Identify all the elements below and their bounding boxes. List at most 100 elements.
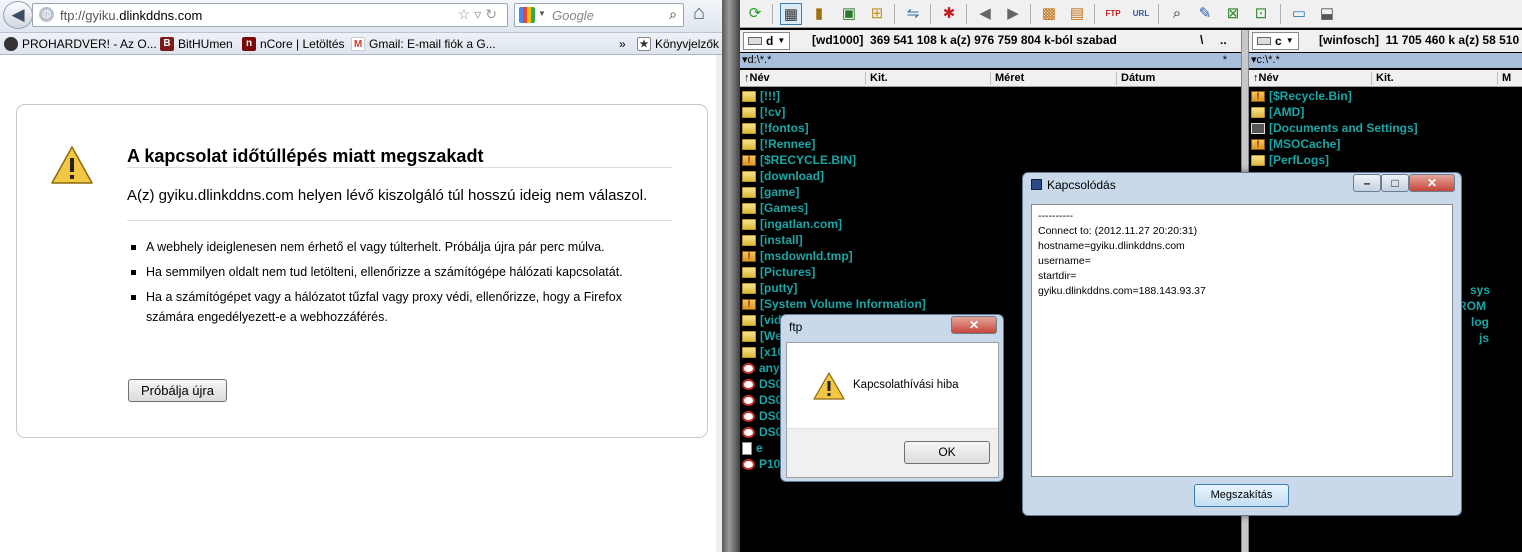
left-drive-select[interactable]: d ▼ [743, 32, 791, 50]
file-name: [Documents and Settings] [1269, 121, 1418, 135]
bookmark-star-icon[interactable]: ☆ [458, 6, 475, 22]
refresh-icon[interactable]: ⟳ [744, 3, 766, 25]
search-bar[interactable]: ▼ Google ⌕ [514, 3, 684, 27]
right-drive-select[interactable]: c ▼ [1252, 32, 1299, 50]
error-description: A(z) gyiku.dlinkddns.com helyen lévő kis… [127, 187, 648, 204]
back-icon[interactable]: ◀ [974, 3, 996, 25]
column-date[interactable]: Dátum [1116, 72, 1155, 85]
file-name: [$Recycle.Bin] [1269, 89, 1352, 103]
eye-icon [742, 394, 755, 406]
select-icon[interactable]: ✱ [938, 3, 960, 25]
bookmark-gmail[interactable]: M Gmail: E-mail fiók a G... [351, 36, 496, 52]
column-size[interactable]: Méret [990, 72, 1024, 85]
file-row[interactable]: [PerfLogs] [1251, 152, 1519, 168]
close-button[interactable]: ✕ [951, 316, 997, 334]
bookmark-prohardver[interactable]: PROHARDVER! - Az O... [4, 36, 157, 52]
file-row[interactable]: [!cv] [742, 104, 1237, 120]
file-row[interactable]: ! [$Recycle.Bin] [1251, 88, 1519, 104]
file-row[interactable]: [!fontos] [742, 120, 1237, 136]
file-ext-fragment[interactable]: ROM [1458, 299, 1486, 313]
maximize-button[interactable]: □ [1381, 174, 1409, 192]
file-row[interactable]: [Documents and Settings] [1251, 120, 1519, 136]
right-path-bar[interactable]: ▾c:\*.* [1249, 53, 1522, 68]
disconnect-button[interactable]: Megszakítás [1194, 484, 1289, 507]
url-text[interactable]: ftp://gyiku.dlinkddns.com [60, 8, 202, 23]
parent-dir-button[interactable]: .. [1220, 33, 1227, 47]
find-files-icon[interactable]: ⌕ [1166, 3, 1188, 25]
compare-icon[interactable]: ⇋ [902, 3, 924, 25]
url-bar[interactable]: ◍ ftp://gyiku.dlinkddns.com ☆▿↻ [32, 3, 508, 27]
retry-button[interactable]: Próbálja újra [128, 379, 227, 402]
file-ext-fragment[interactable]: js [1479, 331, 1489, 345]
divider [930, 4, 931, 24]
file-row[interactable]: ! [$RECYCLE.BIN] [742, 152, 1237, 168]
right-drive-bar: c ▼ [winfosch] 11 705 460 k a(z) 58 510 3… [1249, 30, 1522, 52]
file-row[interactable]: [!Rennee] [742, 136, 1237, 152]
sync-dirs-icon[interactable]: ⊠ [1222, 3, 1244, 25]
ok-button[interactable]: OK [904, 441, 990, 464]
unpack-icon[interactable]: ▤ [1066, 3, 1088, 25]
left-drive-info: [wd1000] 369 541 108 k a(z) 976 759 804 … [812, 33, 1117, 47]
notepad-icon[interactable]: ▭ [1288, 3, 1310, 25]
bookmarks-folder-button[interactable]: ★ Könyvjelzők [637, 36, 719, 52]
back-button[interactable]: ◀ [3, 1, 33, 29]
right-column-headers: ↑Név Kit. M [1249, 70, 1522, 87]
details-view-icon[interactable]: ▮ [808, 3, 830, 25]
search-input[interactable]: Google [552, 8, 594, 23]
file-name: [$RECYCLE.BIN] [760, 153, 857, 167]
search-icon[interactable]: ⌕ [669, 6, 677, 23]
file-row[interactable]: ! [MSOCache] [1251, 136, 1519, 152]
file-name: [MSOCache] [1269, 137, 1341, 151]
bookmark-bithumen[interactable]: B BitHUmen [160, 36, 233, 52]
bookmark-ncore[interactable]: n nCore | Letöltés [242, 36, 345, 52]
tree-view-icon[interactable]: ⊞ [866, 3, 888, 25]
left-column-headers: ↑Név Kit. Méret Dátum [740, 70, 1241, 87]
home-icon[interactable]: ⌂ [693, 2, 705, 25]
file-name: [download] [760, 169, 824, 183]
file-name: P10 [759, 457, 781, 471]
bookmark-label: Gmail: E-mail fiók a G... [369, 37, 496, 51]
connect-dialog: Kapcsolódás – □ ✕ ---------- Connect to:… [1022, 172, 1462, 516]
chevron-down-icon[interactable]: ▼ [538, 9, 546, 18]
column-ext[interactable]: Kit. [1371, 72, 1394, 85]
ftp-url-icon[interactable]: URL [1130, 3, 1152, 25]
folder-icon [742, 122, 756, 134]
minimize-button[interactable]: – [1353, 174, 1381, 192]
google-icon[interactable] [519, 7, 535, 23]
reload-icon[interactable]: ↻ [485, 6, 501, 22]
file-ext-fragment[interactable]: sys [1470, 283, 1490, 297]
dialog-title: Kapcsolódás [1031, 178, 1116, 192]
forward-icon[interactable]: ▶ [1002, 3, 1024, 25]
divider [772, 4, 773, 24]
copy-names-icon[interactable]: ⊡ [1250, 3, 1272, 25]
column-size[interactable]: M [1497, 72, 1511, 85]
eye-icon [742, 378, 755, 390]
multi-rename-icon[interactable]: ✎ [1194, 3, 1216, 25]
column-name[interactable]: ↑Név [1249, 72, 1279, 85]
file-row[interactable]: [!!!] [742, 88, 1237, 104]
brief-view-icon[interactable]: ▦ [780, 3, 802, 25]
divider [1094, 4, 1095, 24]
left-path-bar[interactable]: ▾d:\*.* * [740, 53, 1241, 68]
file-row[interactable]: [AMD] [1251, 104, 1519, 120]
filter-star[interactable]: * [1223, 53, 1227, 68]
divider [966, 4, 967, 24]
pack-icon[interactable]: ▩ [1038, 3, 1060, 25]
file-ext-fragment[interactable]: log [1471, 315, 1489, 329]
history-dropdown-icon[interactable]: ▿ [474, 6, 485, 22]
chevron-down-icon: ▼ [1285, 36, 1294, 45]
column-ext[interactable]: Kit. [865, 72, 888, 85]
settings-icon[interactable]: ⬓ [1316, 3, 1338, 25]
bookmarks-overflow-button[interactable]: » [619, 36, 626, 52]
file-name: DS0 [759, 393, 783, 407]
right-file-list: ! [$Recycle.Bin] [AMD] [Documents and Setti… [1251, 88, 1519, 168]
root-dir-button[interactable]: \ [1200, 33, 1203, 47]
file-name: any [759, 361, 780, 375]
column-name[interactable]: ↑Név [740, 72, 770, 85]
hidden-icon: ! [1251, 90, 1265, 102]
dialog-footer: OK [787, 428, 998, 477]
close-button[interactable]: ✕ [1409, 174, 1455, 192]
thumbnails-icon[interactable]: ▣ [838, 3, 860, 25]
ftp-connect-icon[interactable]: FTP [1102, 3, 1124, 25]
file-name: DS0 [759, 425, 783, 439]
